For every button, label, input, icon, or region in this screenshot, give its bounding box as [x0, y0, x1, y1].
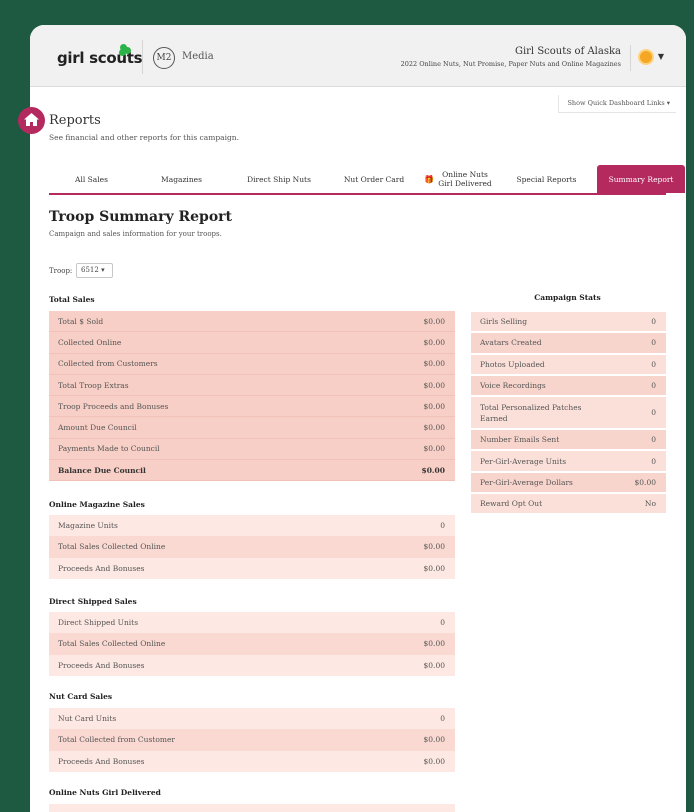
tab-summary-report[interactable]: Summary Report	[597, 165, 685, 193]
campaign-name: 2022 Online Nuts, Nut Promise, Paper Nut…	[400, 60, 621, 68]
tab-direct-ship-nuts[interactable]: Direct Ship Nuts	[229, 165, 329, 193]
tab-all-sales[interactable]: All Sales	[49, 165, 134, 193]
table-row: Total Sales Collected Online $0.00	[49, 633, 455, 655]
chevron-down-icon: ▾	[101, 266, 105, 274]
gift-icon: 🎁	[424, 174, 434, 184]
campaign-stats-table: Girls Selling 0 Avatars Created 0 Photos U…	[471, 312, 666, 516]
council-name: Girl Scouts of Alaska	[514, 46, 621, 57]
table-row: Total Personalized Patches Earned 0	[471, 397, 666, 431]
tab-special-reports[interactable]: Special Reports	[499, 165, 594, 193]
online-magazine-title: Online Magazine Sales	[49, 500, 145, 509]
tab-online-nuts-girl-delivered[interactable]: 🎁 Online Nuts Girl Delivered	[419, 165, 499, 193]
campaign-stats-title: Campaign Stats	[534, 293, 601, 302]
app-window: girl scouts M2 Media Girl Scouts of Alas…	[30, 25, 686, 812]
online-magazine-table: Magazine Units 0 Total Sales Collected On…	[49, 515, 455, 579]
table-row: Total Collected from Customer $0.00	[49, 729, 455, 751]
tab-nut-order-card[interactable]: Nut Order Card	[329, 165, 419, 193]
page-title: Reports	[49, 113, 101, 128]
top-header: girl scouts M2 Media Girl Scouts of Alas…	[30, 25, 686, 87]
table-row: Proceeds And Bonuses $0.00	[49, 654, 455, 676]
nut-card-title: Nut Card Sales	[49, 692, 113, 701]
table-row: Total $ Sold $0.00	[49, 311, 455, 333]
table-row: Per-Girl-Average Dollars $0.00	[471, 472, 666, 495]
table-row: Magazine Units 0	[49, 515, 455, 537]
m2-media-logo: M2	[153, 47, 175, 69]
troop-label: Troop:	[49, 267, 73, 275]
table-row: Proceeds And Bonuses $0.00	[49, 557, 455, 579]
table-row: Collected from Customers $0.00	[49, 353, 455, 375]
online-nuts-title: Online Nuts Girl Delivered	[49, 788, 161, 797]
home-icon[interactable]	[18, 107, 45, 134]
total-sales-title: Total Sales	[49, 295, 95, 304]
user-avatar[interactable]	[638, 49, 654, 65]
table-row-total: Balance Due Council $0.00	[49, 460, 455, 482]
table-row: Per-Girl-Average Units 0	[471, 451, 666, 473]
table-row: Avatars Created 0	[471, 333, 666, 355]
troop-select[interactable]: 6512 ▾	[76, 263, 113, 278]
header-divider-right	[630, 45, 631, 71]
table-row: Proceeds And Bonuses $0.00	[49, 750, 455, 772]
chevron-down-icon[interactable]: ▼	[658, 52, 664, 61]
direct-shipped-title: Direct Shipped Sales	[49, 597, 137, 606]
table-row: Number Emails Sent 0	[471, 430, 666, 452]
trefoil-icon	[118, 44, 131, 56]
table-row: Nut Card Units 0	[49, 708, 455, 730]
direct-shipped-table: Direct Shipped Units 0 Total Sales Collec…	[49, 612, 455, 676]
page-subtitle: See financial and other reports for this…	[49, 133, 240, 142]
table-row: Total Troop Extras $0.00	[49, 374, 455, 397]
table-row: Collected Online $0.00	[49, 332, 455, 354]
table-row: Girls Selling 0	[471, 312, 666, 334]
table-row: Reward Opt Out No	[471, 494, 666, 516]
table-row: Direct Shipped Units 0	[49, 612, 455, 634]
report-title: Troop Summary Report	[49, 209, 232, 225]
nut-card-table: Nut Card Units 0 Total Collected from Cus…	[49, 708, 455, 772]
header-divider	[142, 40, 143, 74]
total-sales-table: Total $ Sold $0.00 Collected Online $0.00 …	[49, 311, 455, 482]
table-row: Amount Due Council $0.00	[49, 417, 455, 439]
tab-magazines[interactable]: Magazines	[134, 165, 229, 193]
report-subtitle: Campaign and sales information for your …	[49, 230, 222, 238]
table-row: Photos Uploaded 0	[471, 354, 666, 376]
tab-label: Online Nuts Girl Delivered	[438, 170, 492, 188]
table-row: Payments Made to Council $0.00	[49, 438, 455, 461]
online-nuts-table	[49, 804, 455, 812]
quick-dashboard-links-toggle[interactable]: Show Quick Dashboard Links ▾	[558, 95, 676, 113]
report-tabs: All Sales Magazines Direct Ship Nuts Nut…	[49, 165, 685, 195]
table-row: Total Sales Collected Online $0.00	[49, 536, 455, 558]
media-label: Media	[182, 51, 214, 62]
table-row: Troop Proceeds and Bonuses $0.00	[49, 396, 455, 418]
table-row: Voice Recordings 0	[471, 375, 666, 398]
